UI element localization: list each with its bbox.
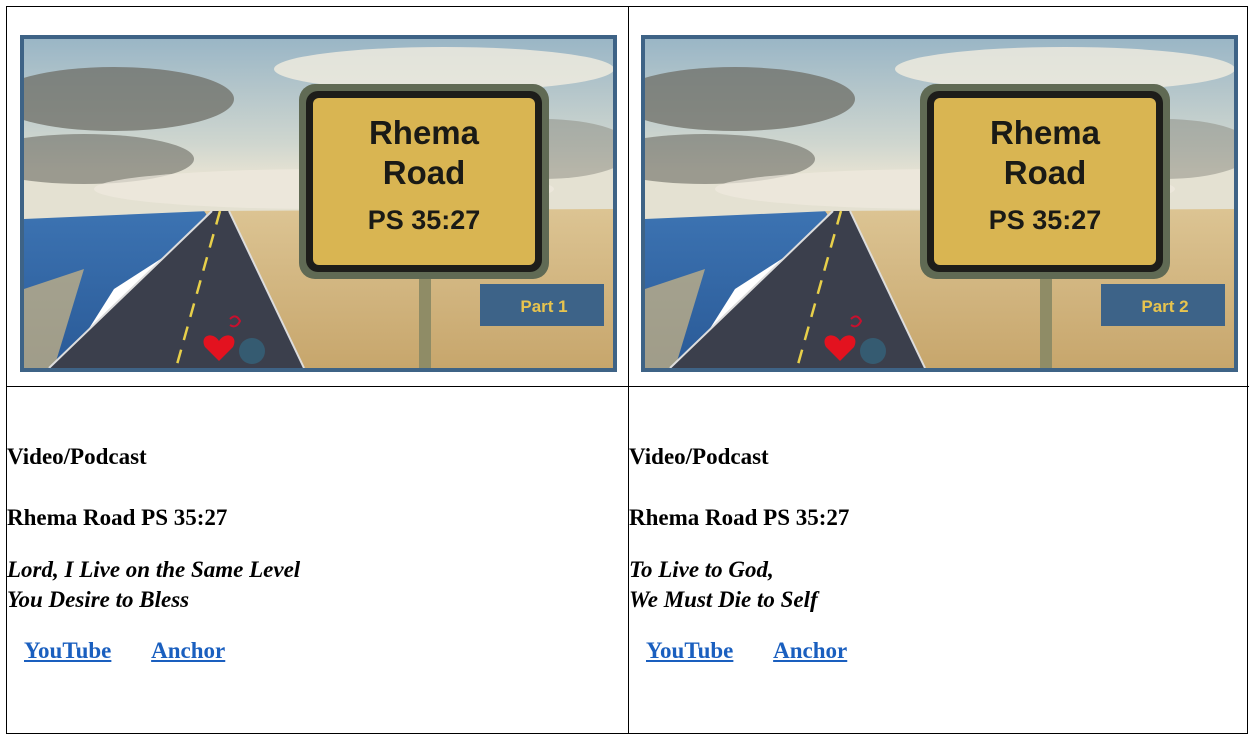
episode-table: Rhema Road PS 35:27 Part 1 Rhema Road PS… [6,6,1249,734]
media-kind-label: Video/Podcast [7,444,147,469]
dw-logo-icon [860,338,886,364]
episode-info-1: Video/Podcast Rhema Road PS 35:27 Lord, … [7,387,629,733]
episode-links: YouTube Anchor [629,638,1249,664]
thumbnail-cell-2: Rhema Road PS 35:27 Part 2 [629,7,1249,387]
episode-title: Rhema Road PS 35:27 [7,505,228,530]
episode-subtitle-line-1: To Live to God, [629,557,774,582]
episode-info-2: Video/Podcast Rhema Road PS 35:27 To Liv… [629,387,1249,733]
sign-line-3: PS 35:27 [989,205,1102,235]
sign-line-1: Rhema [369,114,480,151]
anchor-link[interactable]: Anchor [151,638,225,663]
rhema-road-artwork: Rhema Road PS 35:27 Part 1 [24,39,613,368]
dw-logo-icon [239,338,265,364]
episode-thumbnail-1[interactable]: Rhema Road PS 35:27 Part 1 [20,35,617,372]
episode-subtitle-line-1: Lord, I Live on the Same Level [7,557,301,582]
rhema-road-artwork: Rhema Road PS 35:27 Part 2 [645,39,1234,368]
episode-thumbnail-2[interactable]: Rhema Road PS 35:27 Part 2 [641,35,1238,372]
episode-subtitle-line-2: We Must Die to Self [629,587,818,612]
part-label: Part 2 [1141,297,1188,316]
episode-subtitle-line-2: You Desire to Bless [7,587,190,612]
episode-links: YouTube Anchor [7,638,628,664]
episode-subtitle: To Live to God, We Must Die to Self [629,555,1249,615]
sign-line-3: PS 35:27 [368,205,481,235]
sign-line-2: Road [1004,154,1087,191]
sign-line-1: Rhema [990,114,1101,151]
youtube-link[interactable]: YouTube [24,638,111,663]
part-label: Part 1 [520,297,567,316]
episode-title: Rhema Road PS 35:27 [629,505,850,530]
anchor-link[interactable]: Anchor [773,638,847,663]
youtube-link[interactable]: YouTube [646,638,733,663]
episode-subtitle: Lord, I Live on the Same Level You Desir… [7,555,628,615]
sign-line-2: Road [383,154,466,191]
media-kind-label: Video/Podcast [629,444,769,469]
thumbnail-cell-1: Rhema Road PS 35:27 Part 1 [7,7,629,387]
